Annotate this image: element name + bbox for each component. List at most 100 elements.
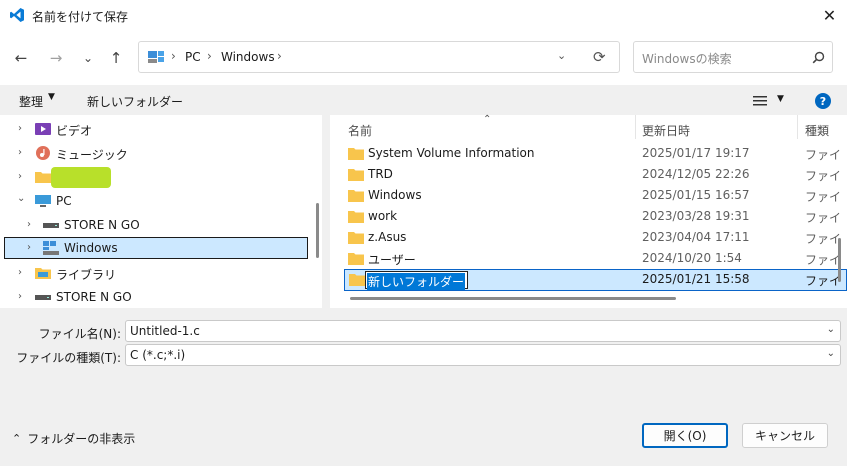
tree-item-music[interactable]: › ミュージック: [0, 142, 316, 165]
hide-folders-toggle[interactable]: ⌃ フォルダーの非表示: [12, 430, 135, 447]
help-button[interactable]: ?: [815, 93, 831, 109]
chevron-right-icon[interactable]: ›: [27, 219, 31, 230]
tree-item-windows[interactable]: › Windows: [4, 237, 308, 259]
library-icon: [35, 268, 51, 279]
title-bar: 名前を付けて保存 ✕: [0, 0, 847, 32]
file-date: 2024/12/05 22:26: [642, 167, 750, 181]
filetype-select[interactable]: C (*.c;*.i) ⌄: [125, 344, 841, 366]
breadcrumb-windows[interactable]: Windows: [221, 50, 275, 64]
windows-drive-icon: [43, 241, 59, 255]
file-name: Windows: [368, 188, 422, 202]
tree-item-label: ビデオ: [56, 124, 93, 138]
tree-item-pc[interactable]: ⌄ PC: [0, 190, 316, 213]
file-date: 2025/01/15 16:57: [642, 188, 750, 202]
folder-icon: [348, 148, 364, 160]
chevron-right-icon[interactable]: ›: [18, 171, 22, 182]
file-row[interactable]: z.Asus 2023/04/04 17:11 ファイ: [344, 227, 847, 248]
navigation-pane-scrollbar[interactable]: [316, 203, 319, 258]
redacted-label: [51, 167, 111, 188]
drive-icon: [43, 223, 59, 228]
file-name: z.Asus: [368, 230, 407, 244]
filetype-label: ファイルの種類(T):: [16, 351, 121, 365]
back-button[interactable]: ←: [9, 46, 33, 70]
tree-item-store-n-go-root[interactable]: › STORE N GO: [0, 286, 316, 309]
rename-field[interactable]: 新しいフォルダー: [365, 271, 468, 290]
column-divider[interactable]: [797, 115, 798, 139]
file-date: 2025/01/21 15:58: [642, 272, 750, 286]
folder-icon: [348, 253, 364, 265]
file-row[interactable]: work 2023/03/28 19:31 ファイ: [344, 206, 847, 227]
refresh-button[interactable]: ⟳: [593, 48, 606, 66]
tree-item-label: PC: [56, 194, 72, 208]
file-date: 2024/10/20 1:54: [642, 251, 742, 265]
tree-item-library[interactable]: › ライブラリ: [0, 262, 316, 285]
view-chevron-down-icon[interactable]: ▼: [777, 94, 784, 104]
forward-button[interactable]: →: [44, 46, 68, 70]
rename-input[interactable]: 新しいフォルダー: [367, 273, 466, 290]
file-name: ユーザー: [368, 253, 416, 267]
chevron-down-icon[interactable]: ⌄: [827, 348, 835, 359]
chevron-right-icon[interactable]: ›: [27, 242, 31, 253]
filename-input[interactable]: Untitled-1.c: [130, 324, 200, 338]
file-name: TRD: [368, 167, 393, 181]
file-row[interactable]: System Volume Information 2025/01/17 19:…: [344, 143, 847, 164]
cancel-button[interactable]: キャンセル: [742, 423, 828, 448]
column-header-name[interactable]: 名前: [348, 122, 372, 139]
chevron-right-icon[interactable]: ›: [18, 267, 22, 278]
new-folder-button[interactable]: 新しいフォルダー: [87, 93, 183, 110]
search-icon[interactable]: [812, 51, 825, 64]
view-options-icon[interactable]: [753, 95, 767, 107]
folder-icon: [348, 211, 364, 223]
recent-locations-button[interactable]: ⌄: [76, 46, 100, 70]
tree-item-store-n-go[interactable]: › STORE N GO: [0, 214, 316, 237]
folder-icon: [348, 169, 364, 181]
close-button[interactable]: ✕: [812, 0, 847, 31]
window-title: 名前を付けて保存: [32, 10, 129, 24]
address-bar[interactable]: › PC › Windows › ⌄ ⟳: [138, 41, 620, 73]
column-header-date[interactable]: 更新日時: [642, 122, 690, 139]
folder-icon: [348, 190, 364, 202]
breadcrumb-separator[interactable]: ›: [171, 49, 176, 63]
tree-item-video[interactable]: › ビデオ: [0, 118, 316, 141]
pc-icon: [35, 195, 51, 207]
search-box[interactable]: Windowsの検索: [633, 41, 833, 73]
folder-icon: [349, 274, 365, 286]
address-history-chevron-icon[interactable]: ⌄: [557, 49, 566, 62]
search-input[interactable]: Windowsの検索: [642, 50, 732, 67]
file-row[interactable]: Windows 2025/01/15 16:57 ファイ: [344, 185, 847, 206]
navigation-pane: › ビデオ › ミュージック › ⌄ PC › STORE N GO › Win…: [0, 115, 322, 308]
tree-item-label: ミュージック: [56, 148, 128, 162]
breadcrumb-separator[interactable]: ›: [277, 49, 282, 63]
file-row[interactable]: TRD 2024/12/05 22:26 ファイ: [344, 164, 847, 185]
breadcrumb-pc[interactable]: PC: [185, 50, 201, 64]
column-divider[interactable]: [635, 115, 636, 139]
folder-icon: [348, 232, 364, 244]
organize-menu[interactable]: 整理: [19, 93, 43, 110]
file-type: ファイ: [805, 232, 842, 246]
horizontal-scrollbar[interactable]: [350, 297, 676, 300]
chevron-down-icon[interactable]: ▼: [48, 92, 55, 102]
file-date: 2023/03/28 19:31: [642, 209, 750, 223]
file-type: ファイ: [805, 253, 842, 267]
chevron-down-icon[interactable]: ⌄: [827, 324, 835, 335]
tree-item-label: STORE N GO: [56, 290, 132, 304]
breadcrumb-separator[interactable]: ›: [207, 49, 212, 63]
file-name: System Volume Information: [368, 146, 535, 160]
file-row-selected[interactable]: 新しいフォルダー 2025/01/21 15:58 ファイ: [344, 269, 847, 291]
filename-combobox[interactable]: Untitled-1.c ⌄: [125, 320, 841, 342]
vertical-scrollbar[interactable]: [838, 238, 841, 282]
up-button[interactable]: ↑: [104, 46, 128, 70]
hide-folders-label: フォルダーの非表示: [27, 432, 136, 446]
tree-item-folder[interactable]: ›: [0, 166, 316, 189]
chevron-up-icon: ⌃: [12, 432, 22, 445]
file-row[interactable]: ユーザー 2024/10/20 1:54 ファイ: [344, 248, 847, 269]
chevron-right-icon[interactable]: ›: [18, 291, 22, 302]
chevron-down-icon[interactable]: ⌄: [17, 193, 25, 204]
file-date: 2025/01/17 19:17: [642, 146, 750, 160]
chevron-right-icon[interactable]: ›: [18, 147, 22, 158]
open-button[interactable]: 開く(O): [642, 423, 728, 448]
column-header-type[interactable]: 種類: [805, 122, 829, 139]
chevron-right-icon[interactable]: ›: [18, 123, 22, 134]
file-name: work: [368, 209, 398, 223]
file-type: ファイ: [805, 211, 842, 225]
